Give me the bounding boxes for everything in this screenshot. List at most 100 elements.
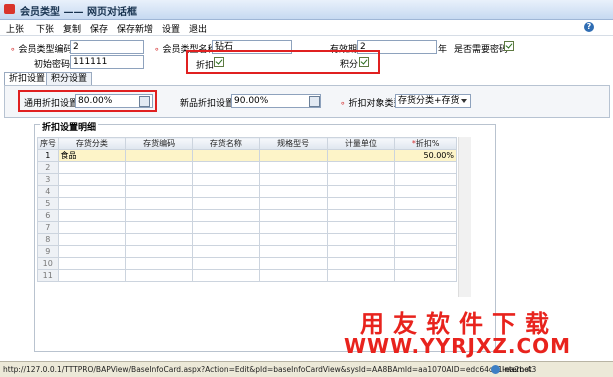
table-cell[interactable] bbox=[192, 209, 260, 222]
table-cell[interactable] bbox=[57, 197, 127, 210]
column-header[interactable]: 序号 bbox=[37, 137, 59, 150]
column-header[interactable]: *折扣% bbox=[394, 137, 457, 150]
table-cell[interactable] bbox=[394, 173, 457, 186]
table-cell[interactable] bbox=[326, 197, 396, 210]
table-row[interactable]: 2 bbox=[37, 161, 457, 174]
save-new-button[interactable]: 保存新增 bbox=[117, 22, 153, 35]
table-row[interactable]: 3 bbox=[37, 173, 457, 186]
table-cell[interactable] bbox=[258, 245, 328, 258]
table-cell[interactable] bbox=[394, 221, 457, 234]
table-cell[interactable] bbox=[326, 245, 396, 258]
table-cell[interactable] bbox=[258, 257, 328, 270]
table-cell[interactable] bbox=[57, 257, 127, 270]
table-cell[interactable] bbox=[326, 161, 396, 174]
table-cell[interactable] bbox=[192, 197, 260, 210]
new-discount-field[interactable]: 90.00% bbox=[231, 94, 321, 108]
table-cell[interactable] bbox=[258, 173, 328, 186]
table-cell[interactable] bbox=[57, 221, 127, 234]
table-cell[interactable] bbox=[326, 185, 396, 198]
copy-button[interactable]: 复制 bbox=[63, 22, 81, 35]
table-cell[interactable] bbox=[57, 233, 127, 246]
table-cell[interactable] bbox=[394, 185, 457, 198]
table-cell[interactable] bbox=[258, 197, 328, 210]
column-header[interactable]: 计量单位 bbox=[326, 137, 396, 150]
table-cell[interactable] bbox=[326, 221, 396, 234]
table-cell[interactable] bbox=[57, 245, 127, 258]
exit-button[interactable]: 退出 bbox=[189, 22, 207, 35]
table-cell[interactable] bbox=[258, 221, 328, 234]
initial-password-field[interactable]: 111111 bbox=[70, 55, 144, 69]
table-row[interactable]: 4 bbox=[37, 185, 457, 198]
target-type-select[interactable]: 存货分类+存货 bbox=[395, 94, 471, 108]
table-row[interactable]: 9 bbox=[37, 245, 457, 258]
help-icon[interactable]: ? bbox=[584, 22, 594, 32]
save-button[interactable]: 保存 bbox=[90, 22, 108, 35]
column-header[interactable]: 存货编码 bbox=[125, 137, 194, 150]
table-row[interactable]: 5 bbox=[37, 197, 457, 210]
table-cell[interactable] bbox=[125, 257, 194, 270]
points-checkbox[interactable] bbox=[359, 57, 369, 67]
table-cell[interactable] bbox=[192, 221, 260, 234]
table-cell[interactable] bbox=[258, 149, 328, 162]
table-cell[interactable] bbox=[192, 233, 260, 246]
calculator-icon[interactable] bbox=[309, 96, 320, 107]
table-cell[interactable] bbox=[125, 233, 194, 246]
table-row[interactable]: 8 bbox=[37, 233, 457, 246]
table-cell[interactable] bbox=[125, 149, 194, 162]
table-cell[interactable]: 50.00% bbox=[394, 149, 457, 162]
table-cell[interactable] bbox=[57, 173, 127, 186]
table-cell[interactable] bbox=[394, 209, 457, 222]
discount-checkbox[interactable] bbox=[214, 57, 224, 67]
table-cell[interactable] bbox=[57, 161, 127, 174]
need-password-checkbox[interactable] bbox=[504, 41, 514, 51]
table-row[interactable]: 11 bbox=[37, 269, 457, 282]
table-cell[interactable] bbox=[326, 269, 396, 282]
table-cell[interactable] bbox=[326, 233, 396, 246]
table-cell[interactable] bbox=[57, 185, 127, 198]
table-cell[interactable] bbox=[394, 257, 457, 270]
table-cell[interactable] bbox=[326, 173, 396, 186]
table-row[interactable]: 1 食品 50.00% bbox=[37, 149, 457, 162]
settings-button[interactable]: 设置 bbox=[162, 22, 180, 35]
table-row[interactable]: 6 bbox=[37, 209, 457, 222]
tab-discount-settings[interactable]: 折扣设置 bbox=[4, 72, 51, 85]
table-cell[interactable] bbox=[192, 185, 260, 198]
tab-points-settings[interactable]: 积分设置 bbox=[46, 72, 93, 85]
table-cell[interactable] bbox=[258, 185, 328, 198]
calculator-icon[interactable] bbox=[139, 96, 150, 107]
table-cell[interactable] bbox=[192, 269, 260, 282]
table-cell[interactable] bbox=[326, 257, 396, 270]
column-header[interactable]: 存货分类 bbox=[57, 137, 127, 150]
table-cell[interactable] bbox=[258, 209, 328, 222]
table-cell[interactable] bbox=[192, 245, 260, 258]
table-row[interactable]: 10 bbox=[37, 257, 457, 270]
table-cell[interactable] bbox=[192, 161, 260, 174]
table-cell[interactable] bbox=[125, 173, 194, 186]
code-field[interactable]: 2 bbox=[70, 40, 144, 54]
table-cell[interactable] bbox=[125, 197, 194, 210]
table-cell[interactable] bbox=[57, 269, 127, 282]
table-cell[interactable] bbox=[394, 233, 457, 246]
table-cell[interactable] bbox=[326, 149, 396, 162]
table-row[interactable]: 7 bbox=[37, 221, 457, 234]
table-cell[interactable] bbox=[57, 209, 127, 222]
table-cell[interactable] bbox=[258, 269, 328, 282]
table-cell[interactable]: 食品 bbox=[57, 149, 127, 162]
table-cell[interactable] bbox=[125, 245, 194, 258]
table-cell[interactable] bbox=[258, 161, 328, 174]
table-cell[interactable] bbox=[258, 233, 328, 246]
chevron-down-icon[interactable] bbox=[461, 99, 467, 103]
column-header[interactable]: 存货名称 bbox=[192, 137, 260, 150]
table-cell[interactable] bbox=[394, 161, 457, 174]
next-button[interactable]: 下张 bbox=[36, 22, 54, 35]
table-cell[interactable] bbox=[125, 221, 194, 234]
table-cell[interactable] bbox=[326, 209, 396, 222]
table-cell[interactable] bbox=[192, 257, 260, 270]
table-cell[interactable] bbox=[394, 269, 457, 282]
vertical-scrollbar[interactable] bbox=[458, 137, 471, 297]
prev-button[interactable]: 上张 bbox=[6, 22, 24, 35]
column-header[interactable]: 规格型号 bbox=[258, 137, 328, 150]
table-cell[interactable] bbox=[192, 173, 260, 186]
table-cell[interactable] bbox=[394, 245, 457, 258]
table-cell[interactable] bbox=[125, 185, 194, 198]
